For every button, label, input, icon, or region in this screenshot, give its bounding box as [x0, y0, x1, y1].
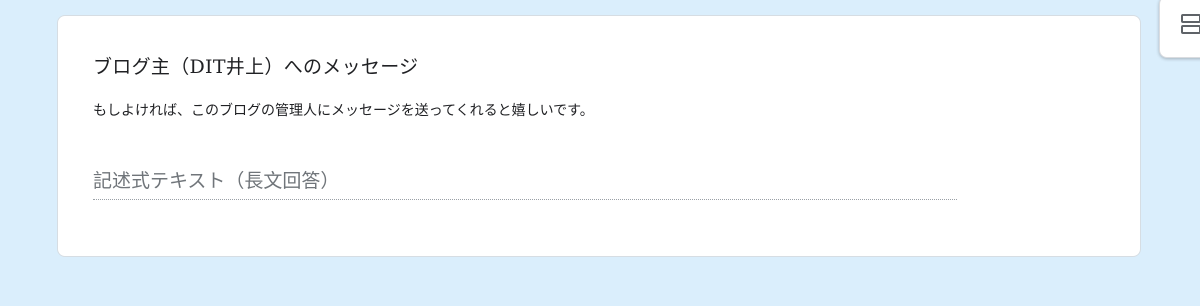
- floating-toolbar: [1159, 0, 1200, 58]
- question-title: ブログ主（DIT井上）へのメッセージ: [93, 56, 419, 78]
- question-description: もしよければ、このブログの管理人にメッセージを送ってくれると嬉しいです。: [93, 103, 594, 119]
- add-section-icon[interactable]: [1180, 13, 1200, 39]
- form-page: ブログ主（DIT井上）へのメッセージ もしよければ、このブログの管理人にメッセー…: [0, 0, 1200, 306]
- question-card[interactable]: ブログ主（DIT井上）へのメッセージ もしよければ、このブログの管理人にメッセー…: [57, 15, 1141, 257]
- long-answer-field[interactable]: [93, 162, 957, 200]
